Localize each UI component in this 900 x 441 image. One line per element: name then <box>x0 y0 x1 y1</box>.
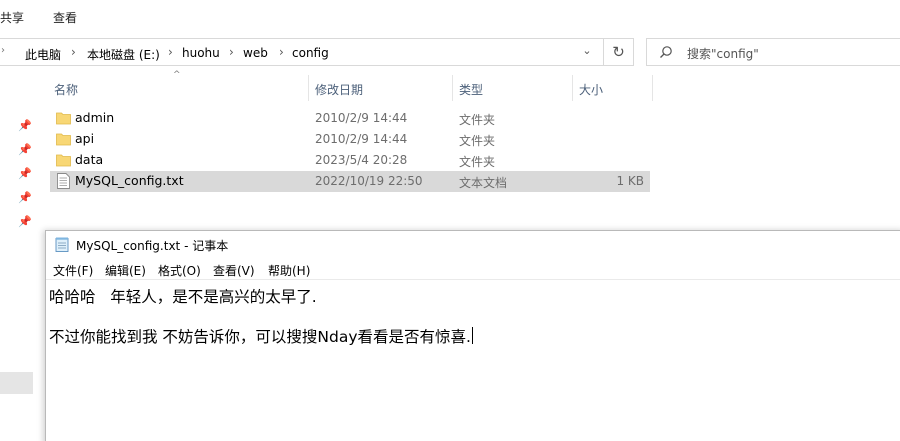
menu-help[interactable]: 帮助(H) <box>268 262 310 279</box>
breadcrumb-web[interactable]: web <box>243 46 268 60</box>
column-divider[interactable] <box>572 75 573 101</box>
pin-icon[interactable]: 📌 <box>18 191 32 204</box>
file-type: 文件夹 <box>459 155 496 169</box>
refresh-icon: ↻ <box>612 43 625 61</box>
menu-edit[interactable]: 编辑(E) <box>105 262 146 279</box>
column-header-date[interactable]: 修改日期 <box>315 81 363 98</box>
chevron-right-icon[interactable]: › <box>229 45 234 59</box>
folder-icon <box>56 154 71 167</box>
file-name: admin <box>75 110 115 125</box>
column-header-size[interactable]: 大小 <box>579 81 603 98</box>
file-date: 2022/10/19 22:50 <box>315 174 423 188</box>
chevron-right-icon[interactable]: › <box>279 45 284 59</box>
pin-icon[interactable]: 📌 <box>18 119 32 132</box>
refresh-button[interactable]: ↻ <box>604 38 634 66</box>
search-icon <box>660 46 672 58</box>
file-size: 1 KB <box>616 174 644 188</box>
sort-ascending-icon: ^ <box>173 70 181 80</box>
file-row-api[interactable]: api 2010/2/9 14:44 文件夹 <box>50 129 650 150</box>
chevron-right-icon[interactable]: › <box>71 45 76 59</box>
folder-icon <box>56 112 71 125</box>
file-name: data <box>75 152 104 167</box>
breadcrumb-this-pc[interactable]: 此电脑 <box>25 46 61 63</box>
ribbon: 共享 查看 <box>0 0 900 35</box>
address-bar[interactable]: › 此电脑 › 本地磁盘 (E:) › huohu › web › config… <box>0 38 604 66</box>
menu-file[interactable]: 文件(F) <box>53 262 93 279</box>
ribbon-tab-share[interactable]: 共享 <box>0 9 24 26</box>
breadcrumb-config[interactable]: config <box>292 46 329 60</box>
nav-selected-item[interactable] <box>0 372 33 394</box>
text-line-1: 哈哈哈 年轻人，是不是高兴的太早了. <box>49 288 317 306</box>
pin-icon[interactable]: 📌 <box>18 143 32 156</box>
notepad-title: MySQL_config.txt - 记事本 <box>76 239 229 253</box>
column-header-type[interactable]: 类型 <box>459 81 483 98</box>
search-placeholder: 搜索"config" <box>687 47 759 61</box>
file-date: 2023/5/4 20:28 <box>315 153 408 167</box>
file-name: MySQL_config.txt <box>75 173 184 188</box>
file-type: 文件夹 <box>459 134 496 148</box>
pin-icon[interactable]: 📌 <box>18 167 32 180</box>
column-divider[interactable] <box>652 75 653 101</box>
pin-icon[interactable]: 📌 <box>18 215 32 228</box>
breadcrumb-local-disk[interactable]: 本地磁盘 (E:) <box>87 46 160 63</box>
breadcrumb-huohu[interactable]: huohu <box>182 46 220 60</box>
menu-view[interactable]: 查看(V) <box>213 262 255 279</box>
file-row-admin[interactable]: admin 2010/2/9 14:44 文件夹 <box>50 108 650 129</box>
screen: 共享 查看 › 此电脑 › 本地磁盘 (E:) › huohu › web › … <box>0 0 900 441</box>
chevron-right-icon[interactable]: › <box>168 45 173 59</box>
chevron-right-icon: › <box>1 45 5 56</box>
file-type: 文件夹 <box>459 113 496 127</box>
ribbon-tab-view[interactable]: 查看 <box>53 9 77 26</box>
file-date: 2010/2/9 14:44 <box>315 111 408 125</box>
column-header-name[interactable]: 名称 <box>54 81 78 98</box>
address-row: › 此电脑 › 本地磁盘 (E:) › huohu › web › config… <box>0 35 900 69</box>
file-name: api <box>75 131 95 146</box>
notepad-icon <box>55 237 69 252</box>
text-line-3-content: 不过你能找到我 不妨告诉你，可以搜搜Nday看看是否有惊喜. <box>49 328 471 346</box>
text-caret <box>471 327 473 344</box>
notepad-text-area[interactable]: 哈哈哈 年轻人，是不是高兴的太早了. 不过你能找到我 不妨告诉你，可以搜搜Nda… <box>46 279 900 441</box>
column-divider[interactable] <box>308 75 309 101</box>
file-row-mysql-config[interactable]: MySQL_config.txt 2022/10/19 22:50 文本文档 1… <box>50 171 650 192</box>
text-file-icon <box>57 173 70 189</box>
menu-format[interactable]: 格式(O) <box>158 262 201 279</box>
text-line-3: 不过你能找到我 不妨告诉你，可以搜搜Nday看看是否有惊喜. <box>49 325 473 347</box>
column-divider[interactable] <box>452 75 453 101</box>
file-type: 文本文档 <box>459 176 508 190</box>
chevron-down-icon[interactable]: ⌄ <box>579 44 595 60</box>
folder-icon <box>56 133 71 146</box>
file-date: 2010/2/9 14:44 <box>315 132 408 146</box>
file-row-data[interactable]: data 2023/5/4 20:28 文件夹 <box>50 150 650 171</box>
notepad-window: MySQL_config.txt - 记事本 文件(F) 编辑(E) 格式(O)… <box>45 230 900 441</box>
notepad-title-bar[interactable]: MySQL_config.txt - 记事本 <box>46 231 900 259</box>
search-input[interactable]: 搜索"config" <box>646 38 900 66</box>
notepad-menu-bar: 文件(F) 编辑(E) 格式(O) 查看(V) 帮助(H) <box>46 261 900 279</box>
